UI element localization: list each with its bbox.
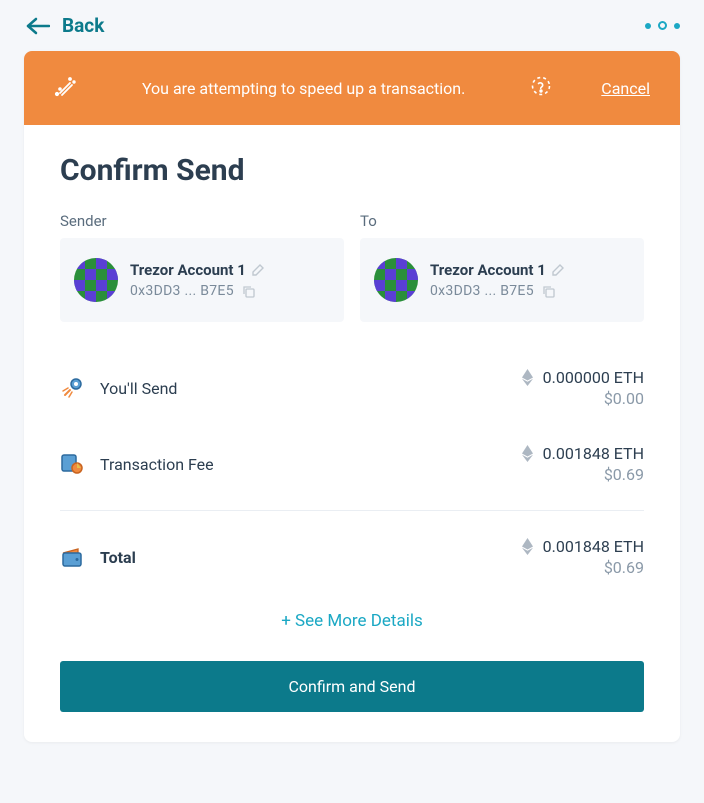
edit-icon[interactable] <box>252 264 264 276</box>
progress-dots <box>645 21 680 30</box>
total-amount-usd: $0.69 <box>522 558 644 577</box>
back-button[interactable]: Back <box>26 14 104 37</box>
ethereum-icon <box>522 538 533 555</box>
arrow-left-icon <box>26 17 50 35</box>
wallet-icon <box>60 545 84 569</box>
dot-icon <box>674 23 680 29</box>
top-bar: Back <box>0 0 704 51</box>
see-more-link[interactable]: + See More Details <box>60 595 644 661</box>
sender-address: 0x3DD3 ... B7E5 <box>130 283 234 299</box>
page-title: Confirm Send <box>60 153 644 188</box>
send-amount-eth: 0.000000 ETH <box>543 368 644 387</box>
confirm-send-button[interactable]: Confirm and Send <box>60 661 644 712</box>
rocket-icon <box>60 376 84 400</box>
confirm-card: You are attempting to speed up a transac… <box>24 51 680 742</box>
speedup-icon <box>54 75 76 101</box>
recipient-label: To <box>360 212 644 230</box>
total-label: Total <box>100 548 136 567</box>
fee-amount-usd: $0.69 <box>522 465 644 484</box>
dot-icon <box>645 23 651 29</box>
back-label: Back <box>62 14 104 37</box>
fee-label: Transaction Fee <box>100 455 214 474</box>
send-label: You'll Send <box>100 379 177 398</box>
avatar <box>374 258 418 302</box>
edit-icon[interactable] <box>552 264 564 276</box>
help-icon[interactable] <box>531 76 551 100</box>
ethereum-icon <box>522 445 533 462</box>
sender-label: Sender <box>60 212 344 230</box>
divider <box>60 510 644 511</box>
ethereum-icon <box>522 369 533 386</box>
copy-icon[interactable] <box>542 285 555 298</box>
sender-block: Sender <box>60 212 344 322</box>
send-line: You'll Send 0.000000 ETH $0.00 <box>60 350 644 426</box>
total-line: Total 0.001848 ETH $0.69 <box>60 519 644 595</box>
speedup-banner: You are attempting to speed up a transac… <box>24 51 680 125</box>
sender-box: Trezor Account 1 0x3DD3 ... B7E5 <box>60 238 344 322</box>
banner-message: You are attempting to speed up a transac… <box>96 79 511 98</box>
recipient-block: To <box>360 212 644 322</box>
recipient-name: Trezor Account 1 <box>430 261 546 279</box>
cancel-link[interactable]: Cancel <box>601 79 650 98</box>
dot-icon <box>658 21 667 30</box>
total-amount-eth: 0.001848 ETH <box>543 537 644 556</box>
fee-line: Transaction Fee 0.001848 ETH $0.69 <box>60 426 644 502</box>
recipient-address: 0x3DD3 ... B7E5 <box>430 283 534 299</box>
parties-row: Sender <box>60 212 644 322</box>
content: Confirm Send Sender <box>24 125 680 742</box>
recipient-box: Trezor Account 1 0x3DD3 ... B7E5 <box>360 238 644 322</box>
copy-icon[interactable] <box>242 285 255 298</box>
fee-icon <box>60 452 84 476</box>
fee-amount-eth: 0.001848 ETH <box>543 444 644 463</box>
sender-name: Trezor Account 1 <box>130 261 246 279</box>
send-amount-usd: $0.00 <box>522 389 644 408</box>
avatar <box>74 258 118 302</box>
